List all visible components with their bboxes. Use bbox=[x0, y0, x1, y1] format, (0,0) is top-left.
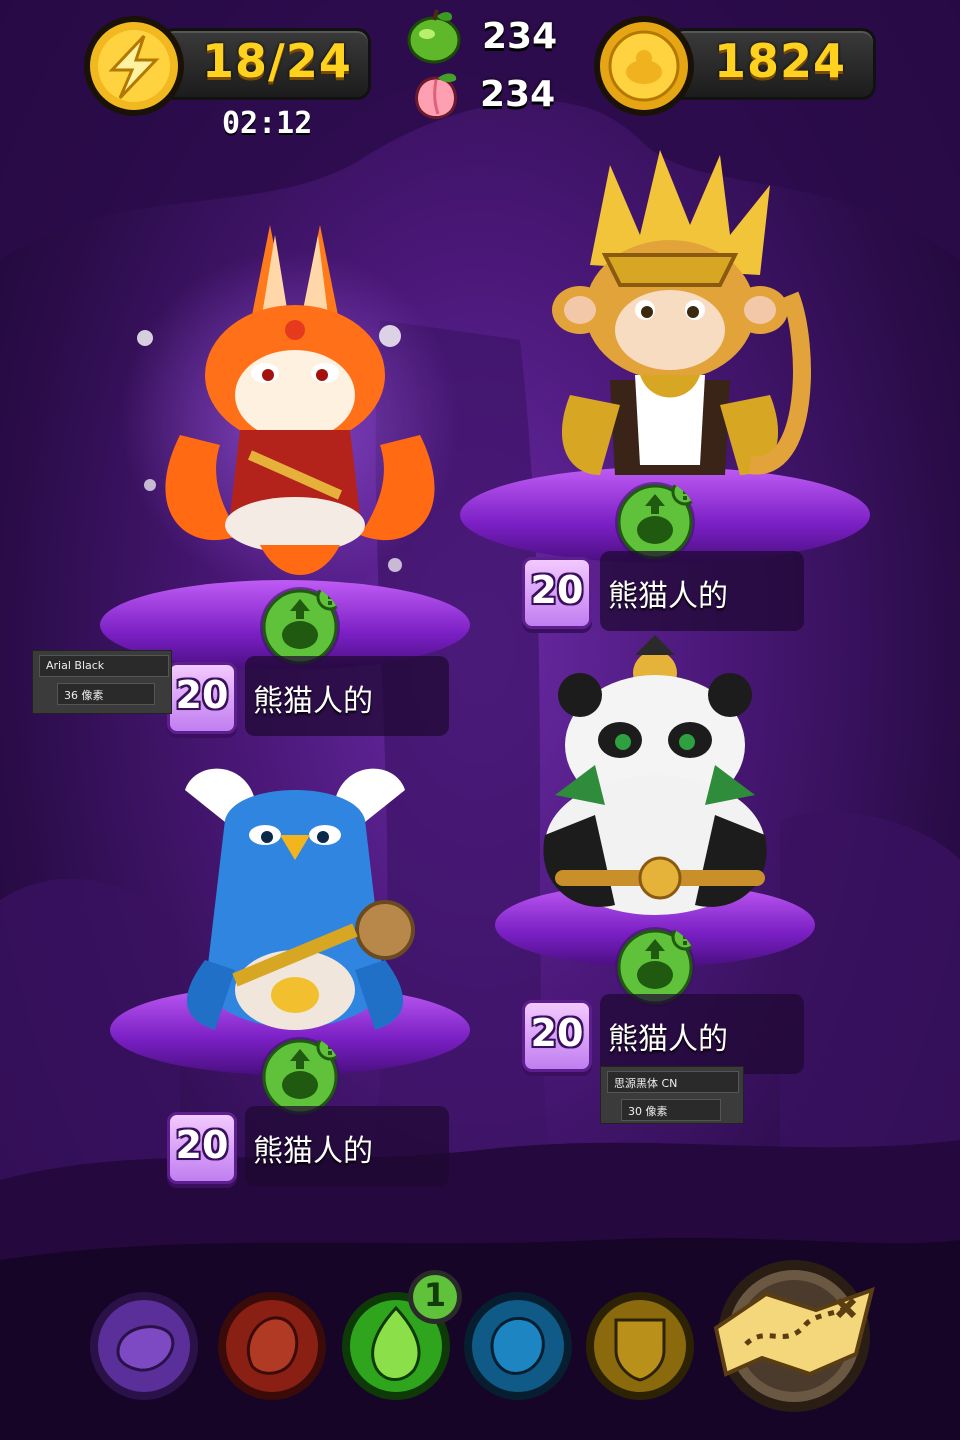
font-select: 思源黑体 CN bbox=[607, 1071, 739, 1093]
fox-warrior-character[interactable] bbox=[150, 215, 450, 595]
blue-element-button[interactable] bbox=[462, 1290, 574, 1402]
peach-count: 234 bbox=[480, 74, 556, 115]
level-number: 20 bbox=[175, 673, 229, 717]
green-apple-icon bbox=[407, 9, 461, 64]
blue-penguin-character[interactable] bbox=[175, 760, 415, 1050]
golden-monkey-character[interactable] bbox=[550, 145, 830, 495]
character-name: 熊猫人的 bbox=[253, 1134, 373, 1169]
size-select: 30 像素 bbox=[621, 1099, 721, 1121]
character-name: 熊猫人的 bbox=[608, 579, 728, 614]
game-screen: 18/24 02:12 234 234 1824 20 熊猫人的 20 熊猫人的… bbox=[0, 0, 960, 1440]
character-name: 熊猫人的 bbox=[253, 684, 373, 719]
badge-count: 1 bbox=[423, 1276, 447, 1314]
lightning-energy-icon bbox=[84, 16, 184, 116]
energy-value: 18/24 bbox=[202, 34, 352, 88]
treasure-map-button[interactable] bbox=[706, 1254, 882, 1414]
character-card-monkey[interactable]: 20 熊猫人的 bbox=[512, 551, 804, 631]
level-number: 20 bbox=[175, 1123, 229, 1167]
level-badge: 20 bbox=[522, 557, 592, 629]
font-overlay-2: 思源黑体 CN 30 像素 bbox=[600, 1066, 744, 1124]
font-overlay-1: Arial Black 36 像素 bbox=[32, 650, 172, 714]
yellow-element-button[interactable] bbox=[584, 1290, 696, 1402]
panda-monk-character[interactable] bbox=[535, 635, 785, 925]
character-card-penguin[interactable]: 20 熊猫人的 bbox=[157, 1106, 449, 1186]
apple-count: 234 bbox=[482, 16, 558, 57]
energy-timer: 02:12 bbox=[222, 106, 313, 141]
level-number: 20 bbox=[530, 1011, 584, 1055]
level-badge: 20 bbox=[167, 662, 237, 734]
level-badge: 20 bbox=[167, 1112, 237, 1184]
level-number: 20 bbox=[530, 568, 584, 612]
gold-value: 1824 bbox=[714, 34, 847, 88]
character-card-fox[interactable]: 20 熊猫人的 bbox=[157, 656, 449, 736]
character-card-panda[interactable]: 20 熊猫人的 bbox=[512, 994, 804, 1074]
size-select: 36 像素 bbox=[57, 683, 155, 705]
font-select: Arial Black bbox=[39, 655, 169, 677]
level-badge: 20 bbox=[522, 1000, 592, 1072]
character-name: 熊猫人的 bbox=[608, 1022, 728, 1057]
red-element-button[interactable] bbox=[216, 1290, 328, 1402]
gold-coin-icon bbox=[594, 16, 694, 116]
peach-icon bbox=[415, 73, 457, 119]
purple-element-button[interactable] bbox=[88, 1290, 200, 1402]
